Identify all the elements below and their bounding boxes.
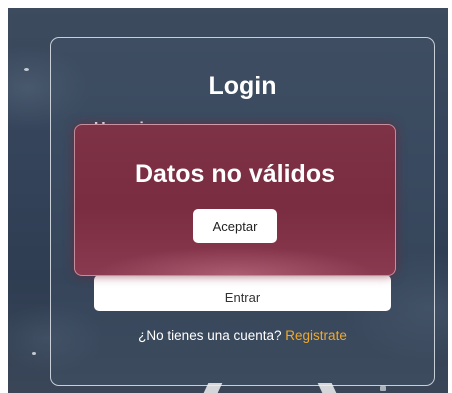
login-title: Login: [208, 72, 277, 100]
signup-row: ¿No tienes una cuenta? Registrate: [51, 328, 434, 343]
modal-title: Datos no válidos: [134, 160, 336, 188]
signup-link[interactable]: Registrate: [285, 328, 347, 343]
accept-button[interactable]: Aceptar: [193, 209, 277, 243]
error-modal: Datos no válidos Aceptar: [74, 124, 396, 276]
background-speck: [32, 352, 36, 355]
background-speck: [24, 68, 29, 71]
background-figure: [203, 383, 223, 393]
background-speck: [380, 386, 386, 391]
submit-button[interactable]: Entrar: [94, 275, 391, 311]
signup-prompt: ¿No tienes una cuenta?: [138, 328, 282, 343]
